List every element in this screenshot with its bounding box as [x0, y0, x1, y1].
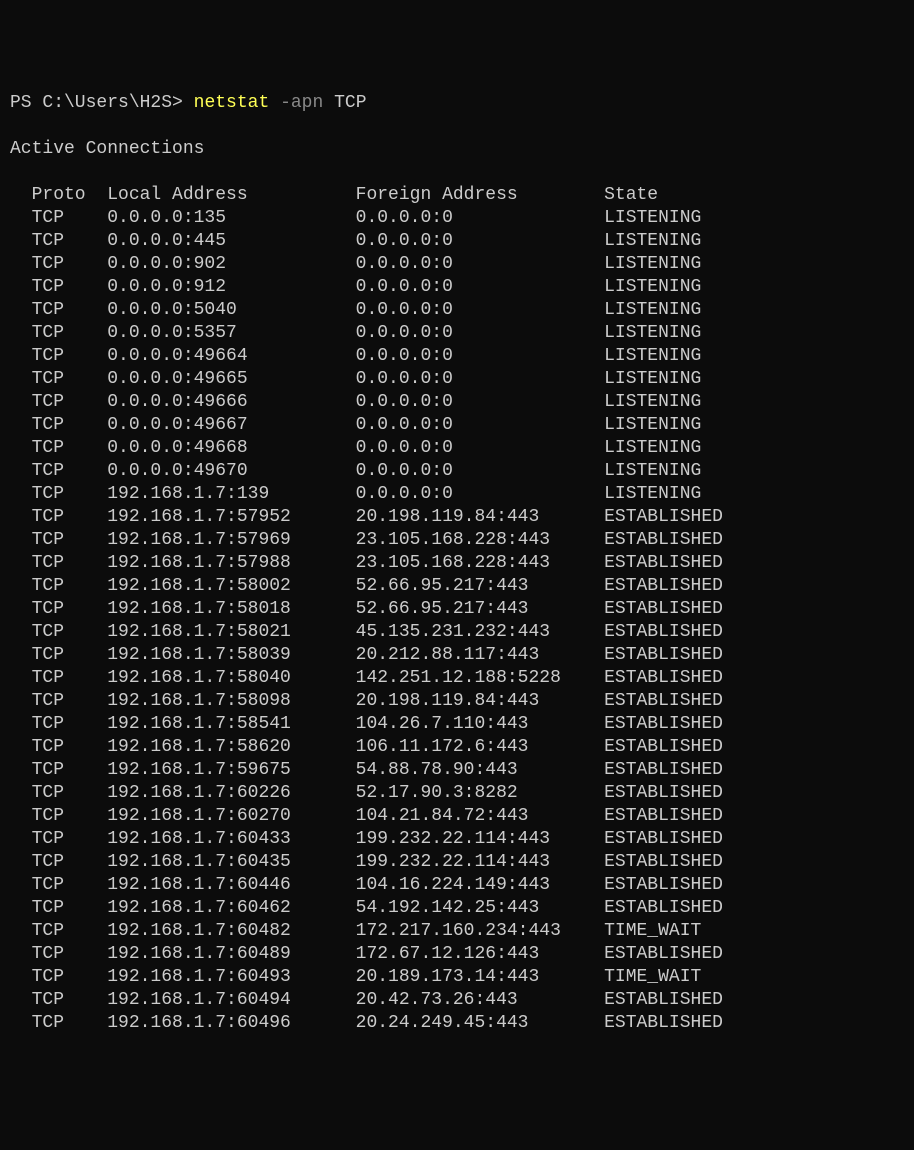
command-flag: -apn	[280, 93, 323, 113]
column-headers: Proto Local Address Foreign Address Stat…	[10, 185, 658, 205]
command-arg: TCP	[334, 93, 366, 113]
terminal-output[interactable]: PS C:\Users\H2S> netstat -apn TCP Active…	[10, 92, 904, 1035]
prompt-line: PS C:\Users\H2S> netstat -apn TCP	[10, 93, 367, 113]
command-name: netstat	[194, 93, 270, 113]
section-title: Active Connections	[10, 139, 204, 159]
connection-rows: TCP 0.0.0.0:135 0.0.0.0:0 LISTENING TCP …	[10, 207, 904, 1035]
prompt-prefix: PS C:\Users\H2S>	[10, 93, 194, 113]
